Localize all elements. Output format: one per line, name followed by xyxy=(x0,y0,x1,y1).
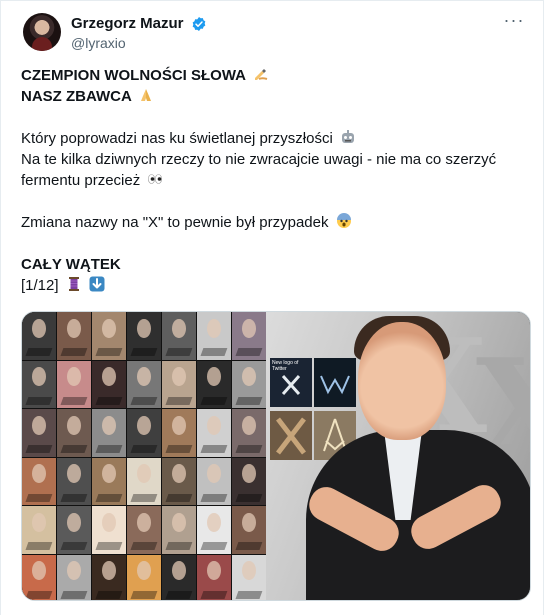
tweet-line-text: [1/12] xyxy=(21,277,59,294)
collage-photo xyxy=(22,457,56,505)
tweet-line-text: Na te kilka dziwnych rzeczy to nie zwrac… xyxy=(21,151,497,168)
collage-photo xyxy=(162,457,196,505)
collage-photo xyxy=(197,409,231,457)
collage-photo xyxy=(197,457,231,505)
main-photo: X X New logo of Twitter xyxy=(266,312,530,600)
collage-photo xyxy=(197,360,231,408)
collage-photo xyxy=(57,457,91,505)
collage-photo xyxy=(232,312,266,360)
collage-photo xyxy=(232,506,266,554)
author-name[interactable]: Grzegorz Mazur xyxy=(71,14,184,33)
shocked-face-icon xyxy=(336,213,351,228)
collage-photo xyxy=(162,312,196,360)
tweet-text: CZEMPION WOLNOŚCI SŁOWA NASZ ZBAWCA Któr… xyxy=(21,65,521,296)
tweet-line: CZEMPION WOLNOŚCI SŁOWA xyxy=(21,65,521,86)
tweet-image[interactable]: X X New logo of Twitter xyxy=(21,311,531,601)
tweet-card[interactable]: Grzegorz Mazur @lyraxio ··· CZEMPION WOL… xyxy=(0,0,544,615)
collage-photo xyxy=(162,360,196,408)
collage-photo xyxy=(232,457,266,505)
tweet-line-text: NASZ ZBAWCA xyxy=(21,88,132,105)
collage-photo xyxy=(22,409,56,457)
collage-photo xyxy=(197,312,231,360)
collage-photo xyxy=(57,360,91,408)
collage-photo xyxy=(127,457,161,505)
x-logo-icon xyxy=(281,375,301,395)
logo-tile: New logo of Twitter xyxy=(270,358,312,407)
tweet-line-text: CAŁY WĄTEK xyxy=(21,256,121,273)
collage-photo xyxy=(22,506,56,554)
tweet-line: fermentu przecież xyxy=(21,170,521,191)
collage-photo xyxy=(92,554,126,600)
collage-photo xyxy=(127,360,161,408)
folded-hands-icon xyxy=(141,89,152,101)
author-block: Grzegorz Mazur @lyraxio xyxy=(71,14,207,52)
logo-tile xyxy=(314,358,356,407)
author-handle[interactable]: @lyraxio xyxy=(71,34,207,52)
tweet-line-text: Który poprowadzi nas ku świetlanej przys… xyxy=(21,130,333,147)
collage-photo xyxy=(232,554,266,600)
tweet-line-text: Zmiana nazwy na "X" to pewnie był przypa… xyxy=(21,214,329,231)
verified-badge-icon xyxy=(192,16,206,31)
collage-photo xyxy=(127,554,161,600)
tweet-line-text: fermentu przecież xyxy=(21,172,141,189)
collage-photo xyxy=(92,506,126,554)
more-options-icon[interactable]: ··· xyxy=(503,11,525,31)
collage-photo xyxy=(22,360,56,408)
collage-photo xyxy=(57,554,91,600)
collage-photo xyxy=(127,409,161,457)
down-arrow-icon xyxy=(89,276,105,292)
collage-photo xyxy=(92,312,126,360)
collage-photo xyxy=(57,312,91,360)
collage-photo xyxy=(92,360,126,408)
tweet-line: Zmiana nazwy na "X" to pewnie był przypa… xyxy=(21,212,521,233)
person-face xyxy=(358,322,446,440)
tweet-header: Grzegorz Mazur @lyraxio ··· xyxy=(23,11,531,53)
collage-photo xyxy=(127,312,161,360)
w-logo-icon xyxy=(320,375,350,395)
collage-photo xyxy=(162,409,196,457)
carved-x-icon xyxy=(276,417,306,455)
collage-photo xyxy=(22,554,56,600)
tweet-line-text: CZEMPION WOLNOŚCI SŁOWA xyxy=(21,67,246,84)
collage-photo xyxy=(92,409,126,457)
collage-photo xyxy=(92,457,126,505)
tweet-line: Który poprowadzi nas ku świetlanej przys… xyxy=(21,128,521,149)
collage-photo xyxy=(162,506,196,554)
avatar[interactable] xyxy=(23,13,61,51)
collage-photo xyxy=(127,506,161,554)
collage-photo xyxy=(57,506,91,554)
tweet-line: CAŁY WĄTEK xyxy=(21,254,521,275)
eyes-icon xyxy=(148,174,163,184)
robot-icon xyxy=(341,130,354,143)
writing-hand-icon xyxy=(254,69,267,80)
collage-photo xyxy=(162,554,196,600)
tweet-line: [1/12] xyxy=(21,275,521,296)
logo-tile xyxy=(270,411,312,460)
photo-collage xyxy=(22,312,266,600)
tweet-line: Na te kilka dziwnych rzeczy to nie zwrac… xyxy=(21,149,521,170)
collage-photo xyxy=(22,312,56,360)
tweet-line: NASZ ZBAWCA xyxy=(21,86,521,107)
collage-photo xyxy=(232,360,266,408)
collage-photo xyxy=(197,506,231,554)
collage-photo xyxy=(57,409,91,457)
collage-photo xyxy=(232,409,266,457)
collage-photo xyxy=(197,554,231,600)
thread-icon xyxy=(68,277,79,291)
